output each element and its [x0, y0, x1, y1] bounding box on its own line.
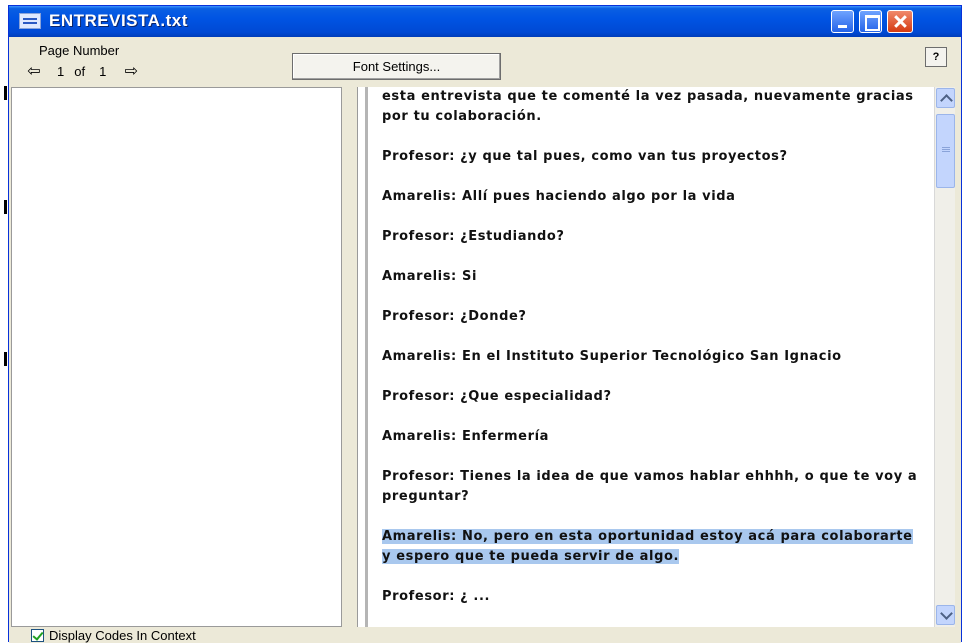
font-settings-button[interactable]: Font Settings...: [292, 53, 501, 80]
paragraph: esta entrevista que te comenté la vez pa…: [382, 89, 914, 124]
title-bar[interactable]: ENTREVISTA.txt: [9, 6, 961, 37]
paragraph: Profesor: ¿ ...: [382, 589, 491, 604]
document-window: ENTREVISTA.txt Page Number ⇦ 1 of 1 ⇨ Fo…: [8, 5, 962, 643]
help-button[interactable]: ?: [925, 47, 947, 67]
page-number-label: Page Number: [39, 43, 120, 58]
selected-paragraph: Amarelis: No, pero en esta oportunidad e…: [382, 527, 922, 567]
close-button[interactable]: [887, 10, 913, 33]
display-codes-label[interactable]: Display Codes In Context: [49, 628, 196, 643]
pane-splitter[interactable]: [344, 87, 357, 627]
paragraph: Profesor: ¿Que especialidad?: [382, 389, 612, 404]
text-gutter: [357, 87, 368, 627]
scroll-down-icon[interactable]: [936, 605, 955, 625]
code-margin-pane[interactable]: [11, 87, 342, 627]
edge-mark: [4, 86, 7, 100]
paragraph: Profesor: Tienes la idea de que vamos ha…: [382, 469, 918, 504]
document-app-icon[interactable]: [19, 13, 41, 29]
document-text-pane[interactable]: esta entrevista que te comenté la vez pa…: [368, 87, 934, 627]
paragraph: Profesor: ¿Donde?: [382, 309, 527, 324]
scroll-thumb[interactable]: [936, 114, 955, 188]
edge-mark: [4, 352, 7, 366]
maximize-button[interactable]: [859, 10, 882, 33]
total-pages: 1: [99, 63, 107, 79]
minimize-button[interactable]: [831, 10, 854, 33]
page-of-label: of: [74, 63, 86, 79]
paragraph: Profesor: ¿y que tal pues, como van tus …: [382, 149, 788, 164]
previous-page-arrow-icon[interactable]: ⇦: [23, 61, 45, 81]
page-navigator: ⇦ 1 of 1 ⇨: [23, 62, 142, 80]
edge-mark: [4, 200, 7, 214]
paragraph: Profesor: ¿Estudiando?: [382, 229, 565, 244]
text-selection: Amarelis: No, pero en esta oportunidad e…: [382, 529, 913, 564]
paragraph: Amarelis: Si: [382, 269, 478, 284]
toolbar: Page Number ⇦ 1 of 1 ⇨ Font Settings... …: [9, 37, 961, 87]
paragraph: Amarelis: Allí pues haciendo algo por la…: [382, 189, 736, 204]
paragraph: Amarelis: En el Instituto Superior Tecno…: [382, 349, 842, 364]
vertical-scrollbar[interactable]: [934, 87, 955, 627]
scroll-up-icon[interactable]: [936, 88, 955, 108]
status-bar: Display Codes In Context: [9, 627, 961, 643]
paragraph: Amarelis: Enfermería: [382, 429, 550, 444]
background-edge: [0, 0, 8, 642]
display-codes-checkbox[interactable]: [31, 629, 44, 642]
document-text: esta entrevista que te comenté la vez pa…: [382, 87, 922, 627]
window-title: ENTREVISTA.txt: [49, 11, 188, 30]
current-page: 1: [57, 63, 65, 79]
next-page-arrow-icon[interactable]: ⇨: [120, 61, 142, 81]
